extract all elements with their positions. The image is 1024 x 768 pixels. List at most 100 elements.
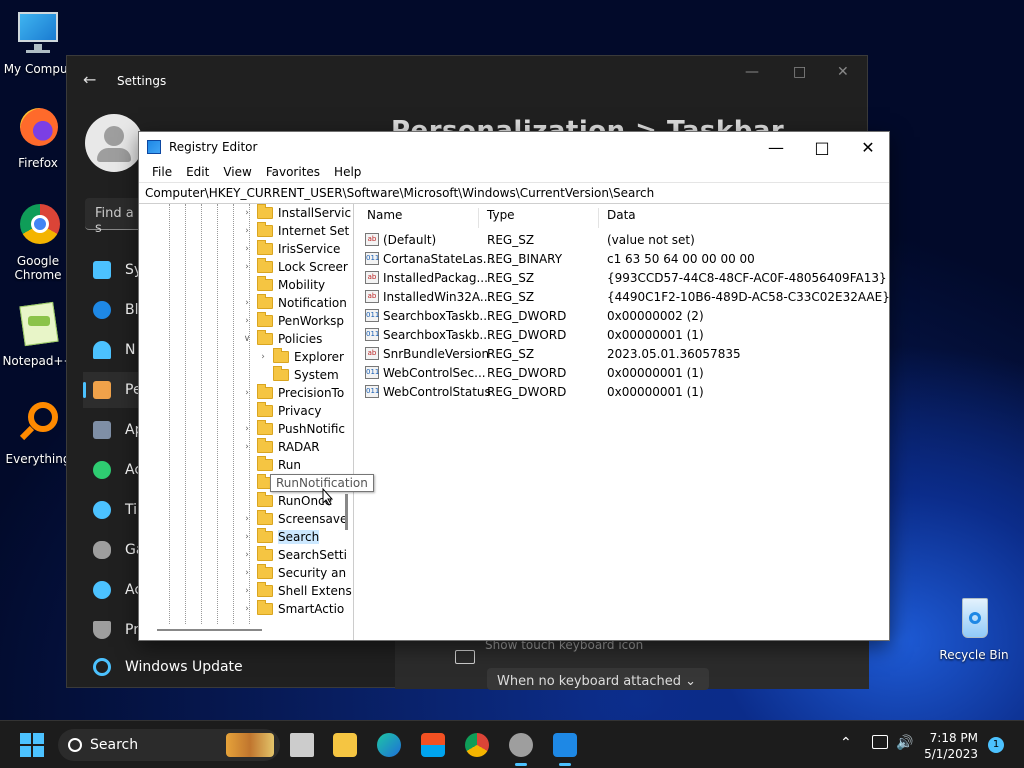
chevron-right-icon[interactable]: ›: [241, 262, 253, 272]
column-header-type[interactable]: Type: [479, 208, 599, 228]
tree-node[interactable]: › InstallServic: [241, 204, 351, 222]
tree-node[interactable]: › PenWorksp: [241, 312, 344, 330]
back-arrow-icon[interactable]: ←: [83, 70, 96, 89]
chevron-right-icon[interactable]: ›: [241, 442, 253, 452]
store-icon[interactable]: [421, 733, 445, 757]
tree-node[interactable]: ∨ Policies: [241, 330, 322, 348]
value-row[interactable]: ab (Default) REG_SZ (value not set): [365, 230, 695, 249]
tree-node[interactable]: › SearchSetti: [241, 546, 347, 564]
edge-icon[interactable]: [377, 733, 401, 757]
chevron-right-icon[interactable]: ›: [241, 514, 253, 524]
tree-vertical-scrollbar[interactable]: [341, 204, 353, 640]
settings-gear-icon[interactable]: [509, 733, 533, 766]
volume-icon[interactable]: 🔊: [896, 735, 914, 753]
value-row[interactable]: ab InstalledWin32A... REG_SZ {4490C1F2-10B6…: [365, 287, 890, 306]
notification-badge[interactable]: 1: [988, 737, 1004, 753]
nav-accessibility[interactable]: Ac: [83, 572, 142, 608]
tree-node[interactable]: › IrisService: [241, 240, 340, 258]
value-row[interactable]: ab SnrBundleVersion REG_SZ 2023.05.01.36057…: [365, 344, 741, 363]
chevron-right-icon[interactable]: ›: [241, 532, 253, 542]
menu-help[interactable]: Help: [327, 165, 368, 179]
desktop-icon-everything[interactable]: Everything: [0, 400, 76, 466]
file-explorer-icon[interactable]: [333, 733, 357, 757]
task-view-icon[interactable]: [290, 733, 314, 757]
nav-apps[interactable]: Ap: [83, 412, 143, 448]
value-row[interactable]: 011 CortanaStateLas... REG_BINARY c1 63 50 …: [365, 249, 755, 268]
chevron-right-icon[interactable]: ›: [241, 550, 253, 560]
chevron-right-icon[interactable]: ›: [241, 388, 253, 398]
nav-time[interactable]: Ti: [83, 492, 139, 528]
tree-node[interactable]: › Lock Screer: [241, 258, 348, 276]
nav-windows-update[interactable]: Windows Update: [93, 658, 243, 676]
key-tree[interactable]: › InstallServic › Internet Set › IrisService ›…: [139, 204, 354, 640]
chevron-right-icon[interactable]: ›: [241, 208, 253, 218]
desktop-icon-google-chrome[interactable]: Google Chrome: [0, 202, 76, 282]
tree-node[interactable]: › Search: [241, 528, 320, 546]
column-header-name[interactable]: Name: [359, 208, 479, 228]
tree-node[interactable]: RunOnce: [241, 492, 332, 510]
menu-favorites[interactable]: Favorites: [259, 165, 327, 179]
tree-node[interactable]: › PrecisionTo: [241, 384, 344, 402]
nav-personalization[interactable]: Pe: [83, 372, 142, 408]
minimize-button[interactable]: —: [753, 132, 799, 162]
scrollbar-thumb[interactable]: [157, 629, 262, 631]
maximize-icon[interactable]: □: [793, 64, 806, 80]
chevron-right-icon[interactable]: ›: [241, 424, 253, 434]
chevron-right-icon[interactable]: ›: [257, 352, 269, 362]
nav-system[interactable]: Sy: [83, 252, 142, 288]
tree-node[interactable]: › Shell Extens: [241, 582, 352, 600]
find-setting-input[interactable]: Find a s: [85, 198, 145, 236]
chevron-right-icon[interactable]: ›: [241, 226, 253, 236]
tree-node[interactable]: Privacy: [241, 402, 321, 420]
tree-node[interactable]: › Screensave: [241, 510, 347, 528]
tree-node[interactable]: System: [257, 366, 339, 384]
nav-privacy[interactable]: Pr: [83, 612, 139, 648]
chevron-right-icon[interactable]: ›: [241, 568, 253, 578]
chevron-right-icon[interactable]: ›: [241, 586, 253, 596]
nav-network[interactable]: N: [83, 332, 139, 368]
menu-file[interactable]: File: [145, 165, 179, 179]
chevron-up-icon[interactable]: ⌃: [840, 735, 852, 751]
desktop-icon-recycle-bin[interactable]: Recycle Bin: [936, 596, 1012, 662]
nav-gaming[interactable]: Ga: [83, 532, 144, 568]
chevron-right-icon[interactable]: ›: [241, 298, 253, 308]
tree-horizontal-scrollbar[interactable]: [139, 622, 339, 638]
tree-node[interactable]: › RADAR: [241, 438, 320, 456]
keyboard-mode-select[interactable]: When no keyboard attached ⌄: [487, 668, 709, 690]
network-icon[interactable]: [872, 735, 888, 749]
tree-node[interactable]: › PushNotific: [241, 420, 345, 438]
start-button[interactable]: [20, 733, 44, 757]
tree-node[interactable]: Run: [241, 456, 301, 474]
tree-node[interactable]: › Security an: [241, 564, 346, 582]
close-button[interactable]: ✕: [845, 132, 891, 162]
value-row[interactable]: 011 SearchboxTaskb... REG_DWORD 0x00000001 …: [365, 325, 704, 344]
tree-node[interactable]: Mobility: [241, 276, 325, 294]
chevron-down-icon[interactable]: ∨: [241, 334, 253, 344]
regedit-icon[interactable]: [553, 733, 577, 766]
desktop-icon-my-computer[interactable]: My Comput: [0, 10, 76, 76]
desktop-icon-firefox[interactable]: Firefox: [0, 104, 76, 170]
value-row[interactable]: 011 WebControlSec... REG_DWORD 0x00000001 (…: [365, 363, 704, 382]
close-icon[interactable]: ✕: [837, 64, 849, 80]
maximize-button[interactable]: □: [799, 132, 845, 162]
tree-node[interactable]: › SmartActio: [241, 600, 344, 618]
value-row[interactable]: 011 SearchboxTaskb... REG_DWORD 0x00000002 …: [365, 306, 704, 325]
tree-node[interactable]: › Internet Set: [241, 222, 349, 240]
desktop-icon-notepadpp[interactable]: Notepad++: [0, 301, 76, 368]
value-row[interactable]: ab InstalledPackag... REG_SZ {993CCD57-44C8…: [365, 268, 887, 287]
chevron-right-icon[interactable]: ›: [241, 244, 253, 254]
values-list[interactable]: Name Type Data ab (Default) REG_SZ (value n…: [359, 204, 890, 640]
column-header-data[interactable]: Data: [599, 208, 879, 228]
nav-bluetooth[interactable]: Bl: [83, 292, 139, 328]
nav-accounts[interactable]: Ac: [83, 452, 142, 488]
menu-edit[interactable]: Edit: [179, 165, 216, 179]
tree-node[interactable]: › Notification: [241, 294, 347, 312]
menu-view[interactable]: View: [216, 165, 258, 179]
clock[interactable]: 7:18 PM 5/1/2023: [924, 730, 978, 762]
value-row[interactable]: 011 WebControlStatus REG_DWORD 0x00000001 (…: [365, 382, 704, 401]
address-bar[interactable]: Computer\HKEY_CURRENT_USER\Software\Micr…: [139, 182, 889, 204]
tree-node[interactable]: › Explorer: [257, 348, 344, 366]
scrollbar-thumb[interactable]: [345, 494, 348, 530]
minimize-icon[interactable]: —: [745, 64, 759, 80]
chevron-right-icon[interactable]: ›: [241, 604, 253, 614]
